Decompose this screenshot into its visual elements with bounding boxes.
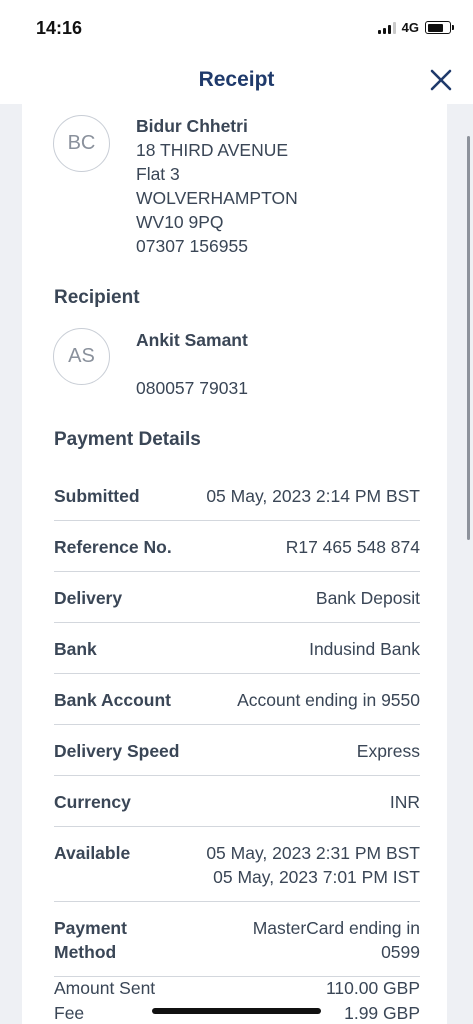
detail-label: Available xyxy=(54,843,131,863)
detail-row-currency: Currency INR xyxy=(54,776,420,827)
sender-avatar: BC xyxy=(53,115,110,172)
recipient-phone: 080057 79031 xyxy=(136,378,248,398)
signal-icon xyxy=(377,21,396,34)
page-title: Receipt xyxy=(198,68,275,91)
status-time: 14:16 xyxy=(36,18,83,38)
recipient-initials: AS xyxy=(68,345,95,367)
recipient-name: Ankit Samant xyxy=(136,330,248,350)
recipient-section-title: Recipient xyxy=(54,287,140,308)
detail-row-bank: Bank Indusind Bank xyxy=(54,623,420,674)
close-icon xyxy=(430,69,452,91)
amount-sent-label: Amount Sent xyxy=(54,978,156,998)
detail-value: Account ending in 9550 xyxy=(237,690,420,710)
sender-name: Bidur Chhetri xyxy=(136,116,248,136)
detail-label: Delivery Speed xyxy=(54,741,180,761)
status-bar: 14:16 4G xyxy=(0,0,473,56)
sender-postcode: WV10 9PQ xyxy=(136,212,224,232)
recipient-avatar: AS xyxy=(53,328,110,385)
status-icons: 4G xyxy=(377,20,454,35)
detail-row-delivery-speed: Delivery Speed Express xyxy=(54,725,420,776)
detail-label: Bank xyxy=(54,639,97,659)
detail-label: Currency xyxy=(54,792,131,812)
detail-value: 05 May, 2023 2:14 PM BST xyxy=(206,486,420,506)
detail-value: 05 May, 2023 2:31 PM BST 05 May, 2023 7:… xyxy=(206,841,420,889)
fee-value: 1.99 GBP xyxy=(344,1003,420,1023)
sender-address-line1: 18 THIRD AVENUE xyxy=(136,140,289,160)
network-label: 4G xyxy=(401,20,419,35)
detail-row-bank-account: Bank Account Account ending in 9550 xyxy=(54,674,420,725)
detail-value: MasterCard ending in 0599 xyxy=(220,916,420,964)
detail-label: Reference No. xyxy=(54,537,172,557)
home-indicator[interactable] xyxy=(152,1008,321,1014)
detail-row-delivery: Delivery Bank Deposit xyxy=(54,572,420,623)
sender-city: WOLVERHAMPTON xyxy=(136,188,298,208)
available-ist: 05 May, 2023 7:01 PM IST xyxy=(213,867,420,887)
payment-method-value-line1: MasterCard ending in xyxy=(252,918,420,938)
close-button[interactable] xyxy=(427,66,455,94)
battery-icon xyxy=(425,21,454,34)
available-bst: 05 May, 2023 2:31 PM BST xyxy=(206,843,420,863)
scrollbar[interactable] xyxy=(467,136,470,540)
detail-label: Delivery xyxy=(54,588,123,608)
detail-row-submitted: Submitted 05 May, 2023 2:14 PM BST xyxy=(54,470,420,521)
detail-value: Bank Deposit xyxy=(315,588,420,608)
detail-value: R17 465 548 874 xyxy=(285,537,420,557)
detail-label: Submitted xyxy=(54,486,140,506)
detail-value: Express xyxy=(356,741,420,761)
battery-level xyxy=(427,23,444,32)
sender-details: Bidur Chhetri 18 THIRD AVENUE Flat 3 WOL… xyxy=(136,114,298,258)
sender-initials: BC xyxy=(67,132,96,154)
amount-sent-value: 110.00 GBP xyxy=(325,978,420,998)
sender-address-line2: Flat 3 xyxy=(136,164,180,184)
recipient-details: Ankit Samant 080057 79031 xyxy=(136,328,248,400)
payment-method-label-line2: Method xyxy=(54,942,117,962)
detail-value: Indusind Bank xyxy=(309,639,420,659)
detail-label: Payment Method xyxy=(54,916,174,964)
amount-sent-row: Amount Sent 110.00 GBP xyxy=(54,976,420,1001)
header: Receipt xyxy=(0,56,473,104)
fee-label: Fee xyxy=(54,1003,85,1023)
payment-details-list: Submitted 05 May, 2023 2:14 PM BST Refer… xyxy=(54,470,420,977)
detail-value: INR xyxy=(389,792,420,812)
amounts-summary: Amount Sent 110.00 GBP Fee 1.99 GBP xyxy=(54,976,420,1024)
payment-method-label-line1: Payment xyxy=(54,918,127,938)
detail-label: Bank Account xyxy=(54,690,172,710)
detail-row-available: Available 05 May, 2023 2:31 PM BST 05 Ma… xyxy=(54,827,420,902)
sender-phone: 07307 156955 xyxy=(136,236,248,256)
detail-row-payment-method: Payment Method MasterCard ending in 0599 xyxy=(54,902,420,977)
payment-method-value-line2: 0599 xyxy=(381,942,420,962)
payment-details-title: Payment Details xyxy=(54,429,201,450)
detail-row-reference: Reference No. R17 465 548 874 xyxy=(54,521,420,572)
